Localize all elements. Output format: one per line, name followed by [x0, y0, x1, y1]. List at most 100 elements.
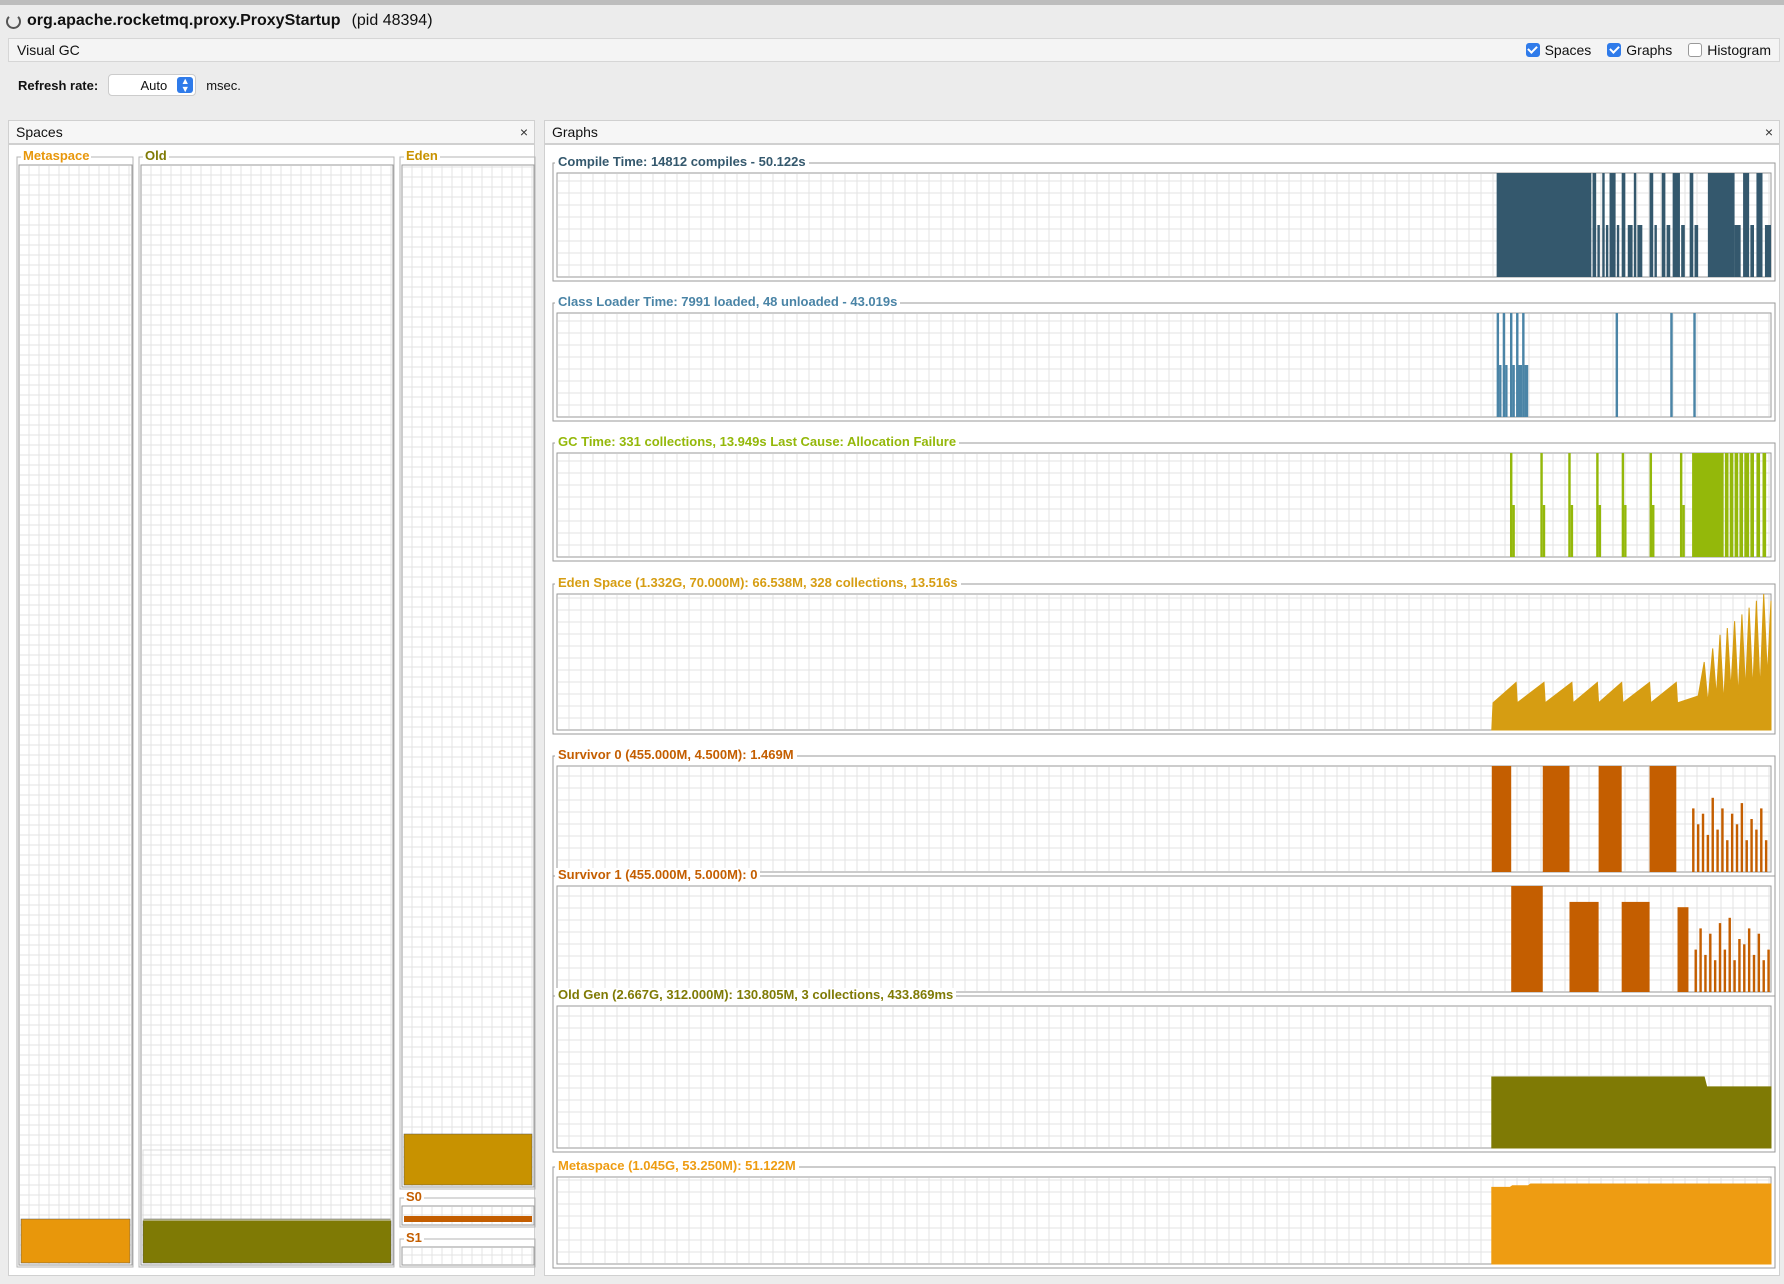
refresh-rate-row: Refresh rate: Auto ▲ ▼ msec.	[18, 74, 241, 96]
graph-compile-bar	[1637, 225, 1643, 277]
refresh-rate-label: Refresh rate:	[18, 77, 99, 93]
graph-compile-title: Compile Time: 14812 compiles - 50.122s	[555, 155, 809, 169]
graph-s1-bar	[1709, 933, 1712, 992]
window-top-border	[0, 0, 1784, 5]
refresh-rate-value: Auto	[140, 77, 168, 93]
graph-classloader-title: Class Loader Time: 7991 loaded, 48 unloa…	[555, 295, 901, 309]
space-metaspace-used-fill	[20, 1218, 131, 1264]
graph-compile-bar	[1734, 225, 1741, 277]
graph-s0-bar	[1760, 808, 1763, 872]
graph-gc-bar	[1570, 505, 1574, 557]
graph-s0-title: Survivor 0 (455.000M, 4.500M): 1.469M	[555, 748, 797, 762]
graph-gc-bar	[1568, 453, 1571, 557]
graph-meta-series	[1491, 1183, 1772, 1265]
graph-s0-bar	[1726, 840, 1729, 872]
graph-gc-bar	[1682, 505, 1685, 557]
graph-gc-bar	[1739, 453, 1744, 557]
graph-compile-bar	[1627, 225, 1633, 277]
application-name: org.apache.rocketmq.proxy.ProxyStartup	[27, 12, 341, 29]
graph-classloader-bar	[1502, 313, 1506, 417]
graphs-checkbox[interactable]: Graphs	[1607, 42, 1672, 58]
close-spaces-panel-icon[interactable]: ×	[520, 124, 528, 140]
graph-compile-bar	[1764, 225, 1771, 277]
graph-s1-title: Survivor 1 (455.000M, 5.000M): 0	[555, 868, 761, 882]
graph-gc-bar	[1720, 453, 1724, 557]
graph-classloader-bar	[1505, 365, 1508, 417]
graph-compile-bar	[1649, 173, 1654, 277]
graph-gc-bar	[1692, 453, 1721, 557]
histogram-checkbox-box[interactable]	[1688, 43, 1703, 57]
space-eden-used-fill	[403, 1133, 533, 1186]
graph-compile-bar	[1605, 225, 1609, 277]
graph-compile-bar	[1750, 225, 1755, 277]
graph-compile-bar	[1616, 225, 1620, 277]
spaces-canvas	[16, 156, 536, 1268]
graph-gc-bar	[1744, 453, 1750, 557]
graph-gc-bar	[1542, 505, 1546, 557]
graph-s0-bar	[1745, 840, 1748, 872]
graph-s0-bar	[1730, 813, 1734, 872]
graph-gc-bar	[1734, 453, 1739, 557]
graph-classloader-bar	[1512, 365, 1515, 417]
graph-s0-bar	[1598, 766, 1622, 872]
graph-meta-area	[1491, 1183, 1772, 1265]
graph-gc-bar	[1679, 453, 1683, 557]
graph-s1-bar	[1704, 954, 1707, 992]
graph-compile-bar	[1666, 225, 1671, 277]
graph-s1-bar	[1762, 960, 1765, 992]
graph-classloader-bar	[1509, 313, 1513, 417]
graph-compile-series	[1496, 173, 1771, 277]
graph-meta-title: Metaspace (1.045G, 53.250M): 51.122M	[555, 1159, 799, 1173]
graph-gc-bar	[1621, 453, 1625, 557]
spaces-checkbox-box[interactable]	[1525, 43, 1540, 57]
graph-compile-bar	[1743, 173, 1750, 277]
graph-classloader-bar	[1496, 313, 1500, 417]
graph-s0-bar	[1696, 824, 1700, 872]
graph-s0-bar	[1716, 829, 1719, 872]
graph-classloader-bar	[1518, 365, 1523, 417]
graph-s1-bar	[1757, 933, 1761, 992]
graph-s1-bar	[1733, 960, 1736, 992]
space-eden-label: Eden	[404, 148, 440, 163]
graph-gc-bar	[1509, 453, 1513, 557]
histogram-checkbox-label: Histogram	[1707, 42, 1771, 58]
refresh-rate-unit: msec.	[206, 77, 241, 93]
histogram-checkbox[interactable]: Histogram	[1688, 42, 1771, 58]
graph-compile-bar	[1689, 173, 1694, 277]
graph-s1-bar	[1718, 923, 1722, 992]
close-graphs-panel-icon[interactable]: ×	[1765, 124, 1773, 140]
graph-compile-bar	[1661, 173, 1666, 277]
graph-s0-bar	[1755, 829, 1758, 872]
graph-s0-bar	[1711, 797, 1714, 872]
graph-s0-bar	[1706, 834, 1710, 872]
spaces-panel-title: Spaces	[16, 124, 63, 140]
space-metaspace-label: Metaspace	[21, 148, 92, 163]
graphs-checkbox-box[interactable]	[1607, 43, 1622, 57]
graph-s0-bar	[1750, 819, 1753, 872]
spaces-panel: Metaspace Old Eden S0 S1	[8, 144, 536, 1276]
graph-compile-bar	[1681, 225, 1685, 277]
graph-gc-bar	[1624, 505, 1627, 557]
plugin-name: Visual GC	[17, 42, 80, 58]
graph-compile-bar	[1694, 225, 1699, 277]
graph-s0-bar	[1735, 824, 1739, 872]
graph-s1-bar	[1767, 949, 1770, 992]
graph-compile-bar	[1621, 173, 1626, 277]
spaces-checkbox-label: Spaces	[1544, 42, 1592, 58]
graph-classloader-bar	[1615, 313, 1619, 417]
chevron-updown-icon: ▲ ▼	[177, 77, 194, 94]
graph-gc-bar	[1750, 453, 1755, 557]
application-pid: (pid 48394)	[351, 12, 433, 29]
graph-s1-bar	[1694, 949, 1697, 992]
graph-gc-title: GC Time: 331 collections, 13.949s Last C…	[555, 435, 960, 449]
graph-classloader-bar	[1524, 365, 1529, 417]
graph-gc-bar	[1729, 453, 1734, 557]
refresh-rate-select[interactable]: Auto ▲ ▼	[108, 74, 197, 96]
graph-s1-bar	[1723, 949, 1727, 992]
graph-s1-bar	[1621, 901, 1650, 992]
space-s0-used-fill	[404, 1216, 532, 1222]
spaces-checkbox[interactable]: Spaces	[1525, 42, 1592, 58]
space-s0-label: S0	[404, 1189, 424, 1204]
graph-s1-bar	[1569, 901, 1599, 992]
graph-compile-bar	[1756, 173, 1763, 277]
